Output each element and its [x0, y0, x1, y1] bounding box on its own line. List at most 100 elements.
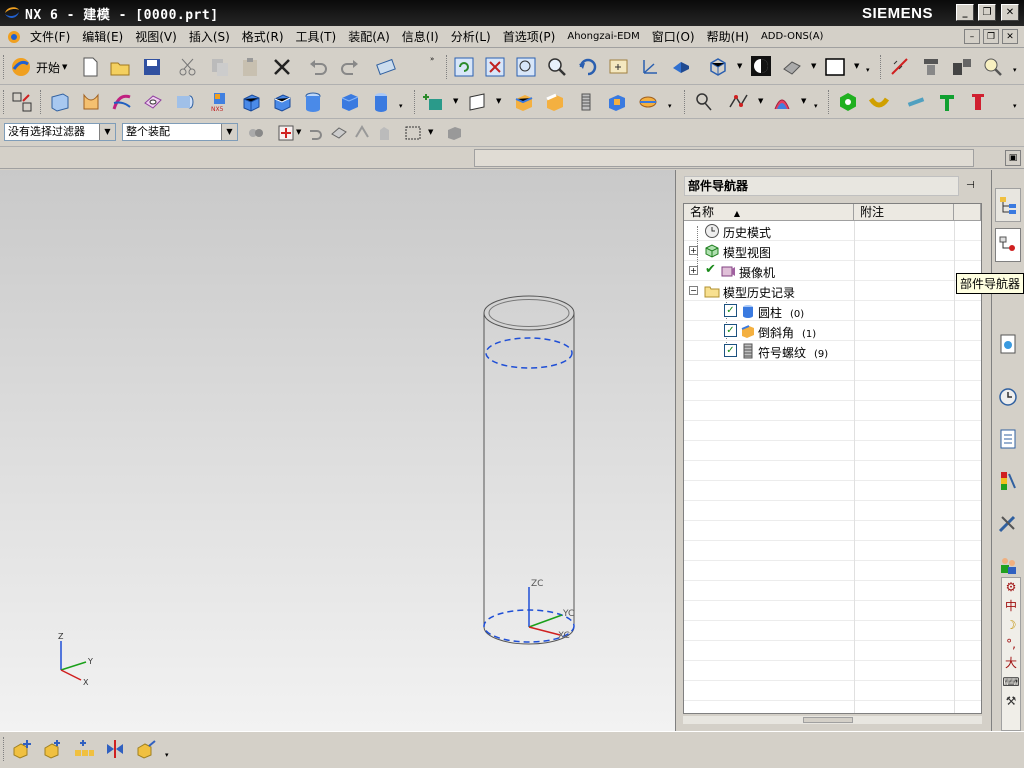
tree-item-cylinder[interactable]: ✓ 圆柱 (0): [684, 301, 981, 321]
cut-icon[interactable]: [176, 55, 200, 79]
mdi-minimize-button[interactable]: –: [964, 29, 980, 44]
edge-blend-icon[interactable]: [512, 90, 536, 114]
point-icon[interactable]: [422, 90, 446, 114]
maximize-view-icon[interactable]: ▣: [1005, 150, 1021, 166]
new-component-icon[interactable]: [41, 737, 65, 761]
layer-icon[interactable]: [669, 55, 693, 79]
nx-app-icon[interactable]: [3, 4, 21, 22]
t-tool-icon[interactable]: [935, 90, 959, 114]
toolbar-grip[interactable]: [3, 55, 6, 79]
horizontal-scrollbar[interactable]: [683, 716, 982, 724]
shaded-edges-icon[interactable]: [780, 55, 804, 79]
scrollbar-thumb[interactable]: [803, 717, 853, 723]
pan-icon[interactable]: [607, 55, 631, 79]
pin-icon[interactable]: ⊣: [966, 180, 975, 191]
menu-view[interactable]: 视图(V): [129, 27, 183, 47]
background-icon[interactable]: [823, 55, 847, 79]
select-options-icon[interactable]: [244, 121, 268, 145]
block-icon[interactable]: [270, 90, 294, 114]
web-browser-tab[interactable]: [995, 327, 1021, 361]
assembly-navigator-tab[interactable]: [995, 188, 1021, 222]
menu-window[interactable]: 窗口(O): [646, 27, 701, 47]
undo-icon[interactable]: [306, 55, 330, 79]
create-array-icon[interactable]: [72, 737, 96, 761]
chevron-down-icon[interactable]: ▼: [801, 97, 807, 105]
copy-icon[interactable]: [208, 55, 232, 79]
tree-item-chamfer[interactable]: ✓ 倒斜角 (1): [684, 321, 981, 341]
start-button[interactable]: 开始 ▼: [9, 54, 67, 80]
save-icon[interactable]: [140, 55, 164, 79]
selection-scope-select[interactable]: 整个装配 ▼: [122, 123, 238, 141]
block-icon[interactable]: [239, 90, 263, 114]
checkbox[interactable]: ✓: [724, 344, 737, 357]
trim-body-icon[interactable]: [636, 90, 660, 114]
chevron-down-icon[interactable]: ▼: [99, 124, 115, 140]
column-header-extra[interactable]: [954, 204, 981, 221]
checkbox[interactable]: ✓: [724, 324, 737, 337]
new-file-icon[interactable]: [78, 55, 102, 79]
chevron-down-icon[interactable]: ▼: [496, 97, 502, 105]
wcs-triad[interactable]: ZC YC XC: [528, 579, 574, 641]
menu-info[interactable]: 信息(I): [396, 27, 445, 47]
toolbar-grip[interactable]: [880, 55, 883, 79]
menu-tools[interactable]: 工具(T): [290, 27, 343, 47]
tube-icon[interactable]: [172, 90, 196, 114]
menu-format[interactable]: 格式(R): [236, 27, 290, 47]
menu-file[interactable]: 文件(F): [24, 27, 76, 47]
ime-fullwidth[interactable]: 大: [1005, 654, 1017, 673]
fit-icon[interactable]: [483, 55, 507, 79]
paste-icon[interactable]: [238, 55, 262, 79]
wcs-icon[interactable]: [638, 55, 662, 79]
toolbar-overflow-icon[interactable]: ▾: [1013, 66, 1019, 74]
chevron-down-icon[interactable]: ▼: [737, 62, 743, 70]
add-component-icon[interactable]: [10, 737, 34, 761]
move-component-icon[interactable]: [134, 737, 158, 761]
render-style-icon[interactable]: [749, 54, 773, 78]
datum-plane-icon[interactable]: [465, 90, 489, 114]
menu-edit[interactable]: 编辑(E): [76, 27, 129, 47]
rectangle-select-icon[interactable]: [401, 121, 425, 145]
graphics-window[interactable]: ZC YC XC Z Y X: [0, 170, 675, 731]
fixture-icon[interactable]: [966, 90, 990, 114]
delete-icon[interactable]: [270, 55, 294, 79]
chevron-down-icon[interactable]: ▼: [221, 124, 237, 140]
menu-addons[interactable]: ADD-ONS(A): [755, 27, 829, 47]
menu-insert[interactable]: 插入(S): [183, 27, 236, 47]
nx-menu-icon[interactable]: [6, 29, 22, 45]
zoom-icon[interactable]: [545, 55, 569, 79]
undo-selection-icon[interactable]: [303, 121, 327, 145]
selection-filter-select[interactable]: 没有选择过滤器 ▼: [4, 123, 116, 141]
solid-filter-icon[interactable]: [442, 121, 466, 145]
toolbar-overflow-icon[interactable]: ▾: [668, 102, 674, 110]
checkbox[interactable]: ✓: [724, 304, 737, 317]
offset-curve-icon[interactable]: [770, 90, 794, 114]
snap-icon[interactable]: [350, 121, 374, 145]
zoom-window-icon[interactable]: [514, 55, 538, 79]
measure-icon[interactable]: [888, 55, 912, 79]
toolbar-grip[interactable]: [3, 737, 6, 761]
chevron-down-icon[interactable]: ▼: [428, 128, 434, 136]
menu-ahongzai-edm[interactable]: Ahongzai-EDM: [561, 27, 645, 47]
expand-icon[interactable]: +: [689, 266, 698, 275]
toolbar-grip[interactable]: [3, 90, 6, 114]
ime-punctuation[interactable]: °,: [1006, 635, 1016, 654]
toolbar-overflow-icon[interactable]: ▾: [814, 102, 820, 110]
sweep-icon[interactable]: [110, 90, 134, 114]
shell-icon[interactable]: [605, 90, 629, 114]
chevron-down-icon[interactable]: ▼: [811, 62, 817, 70]
part-navigator-tab[interactable]: [995, 228, 1021, 262]
toolbar-overflow-icon[interactable]: ▾: [866, 66, 872, 74]
refresh-icon[interactable]: [452, 55, 476, 79]
hole-icon[interactable]: [141, 90, 165, 114]
checkmark-icon[interactable]: ✔: [705, 262, 716, 277]
toolbar-grip[interactable]: [828, 90, 831, 114]
inspect-icon[interactable]: [981, 55, 1005, 79]
mdi-close-button[interactable]: ✕: [1002, 29, 1018, 44]
tree-item-model-history[interactable]: − 模型历史记录: [684, 281, 981, 301]
menu-help[interactable]: 帮助(H): [701, 27, 755, 47]
ime-settings-icon[interactable]: ⚒: [1006, 692, 1017, 711]
toolbar-overflow-icon[interactable]: ▾: [165, 751, 171, 759]
column-header-name[interactable]: 名称 ▲: [684, 204, 854, 221]
chevron-down-icon[interactable]: ▼: [758, 97, 764, 105]
extrude-icon[interactable]: [48, 90, 72, 114]
